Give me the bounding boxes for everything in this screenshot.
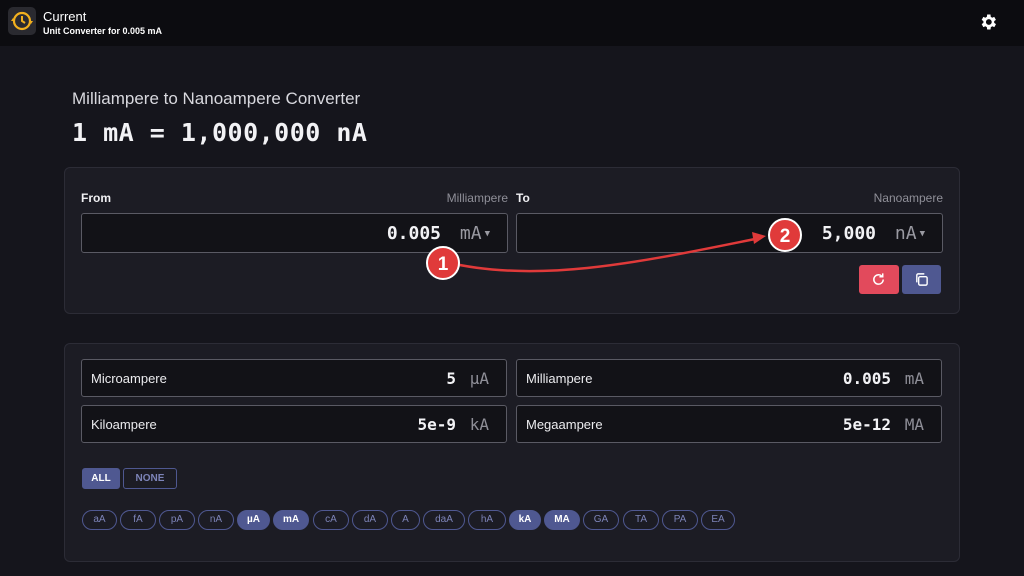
- unit-chip[interactable]: µA: [237, 510, 270, 530]
- result-row[interactable]: Kiloampere 5e-9 kA: [81, 405, 507, 443]
- unit-chip[interactable]: PA: [662, 510, 698, 530]
- select-none-button[interactable]: NONE: [123, 468, 177, 489]
- unit-chip[interactable]: MA: [544, 510, 580, 530]
- to-unit-select[interactable]: nA ▼: [895, 223, 925, 244]
- result-unit: MA: [904, 415, 924, 434]
- unit-chip[interactable]: TA: [623, 510, 659, 530]
- from-unit-name: Milliampere: [446, 191, 508, 205]
- from-input[interactable]: 0.005 mA ▼: [81, 213, 508, 253]
- unit-chip[interactable]: mA: [273, 510, 309, 530]
- result-row[interactable]: Megaampere 5e-12 MA: [516, 405, 942, 443]
- app-header: Current Unit Converter for 0.005 mA: [0, 0, 1024, 46]
- result-value[interactable]: 5: [446, 369, 456, 388]
- from-value[interactable]: 0.005: [387, 223, 441, 244]
- unit-chip[interactable]: hA: [468, 510, 506, 530]
- unit-chip[interactable]: aA: [82, 510, 117, 530]
- to-unit-name: Nanoampere: [873, 191, 943, 205]
- select-all-button[interactable]: ALL: [82, 468, 120, 489]
- copy-button[interactable]: [902, 265, 941, 294]
- result-unit-name: Microampere: [91, 371, 167, 386]
- unit-chip[interactable]: dA: [352, 510, 388, 530]
- result-unit: µA: [469, 369, 489, 388]
- to-unit-label: nA: [894, 223, 917, 244]
- result-value[interactable]: 0.005: [843, 369, 891, 388]
- to-value[interactable]: 5,000: [822, 223, 876, 244]
- from-unit-select[interactable]: mA ▼: [460, 223, 490, 244]
- copy-icon: [916, 273, 928, 286]
- caret-down-icon: ▼: [484, 229, 490, 239]
- result-unit-name: Milliampere: [526, 371, 593, 386]
- caret-down-icon: ▼: [919, 229, 925, 239]
- result-value[interactable]: 5e-12: [843, 415, 891, 434]
- page-title: Milliampere to Nanoampere Converter: [72, 89, 361, 108]
- gear-icon[interactable]: [978, 12, 998, 32]
- unit-chip[interactable]: kA: [509, 510, 541, 530]
- result-unit: kA: [469, 415, 489, 434]
- to-label: To: [516, 191, 530, 205]
- reset-button[interactable]: [859, 265, 899, 294]
- app-logo-icon: [8, 7, 36, 35]
- app-title: Current: [43, 9, 87, 24]
- result-value[interactable]: 5e-9: [417, 415, 456, 434]
- result-row[interactable]: Milliampere 0.005 mA: [516, 359, 942, 397]
- unit-chip[interactable]: EA: [701, 510, 735, 530]
- unit-chip[interactable]: fA: [120, 510, 156, 530]
- unit-chip[interactable]: pA: [159, 510, 195, 530]
- refresh-icon: [873, 273, 884, 285]
- from-unit-label: mA: [459, 223, 482, 244]
- result-row[interactable]: Microampere 5 µA: [81, 359, 507, 397]
- result-unit-name: Megaampere: [526, 417, 603, 432]
- app-subtitle: Unit Converter for 0.005 mA: [43, 26, 163, 36]
- unit-chip[interactable]: GA: [583, 510, 619, 530]
- result-unit-name: Kiloampere: [91, 417, 157, 432]
- unit-chip[interactable]: cA: [313, 510, 349, 530]
- conversion-formula: 1 mA = 1,000,000 nA: [72, 118, 368, 147]
- result-unit: mA: [904, 369, 924, 388]
- unit-chip[interactable]: A: [391, 510, 420, 530]
- unit-chip[interactable]: daA: [423, 510, 465, 530]
- to-input[interactable]: 5,000 nA ▼: [516, 213, 943, 253]
- unit-chip[interactable]: nA: [198, 510, 234, 530]
- from-label: From: [81, 191, 111, 205]
